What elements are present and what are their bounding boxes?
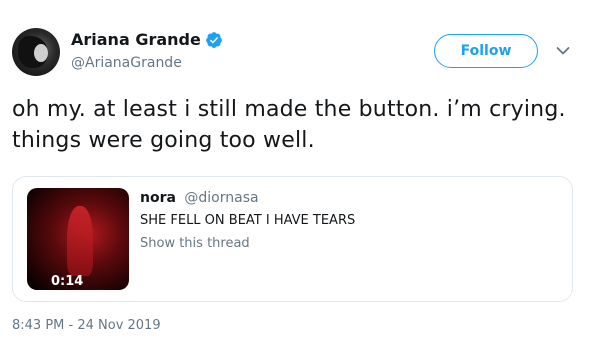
verified-badge-icon xyxy=(205,31,222,48)
tweet-text: oh my. at least i still made the button.… xyxy=(12,97,566,153)
chevron-down-icon[interactable] xyxy=(556,46,570,56)
quoted-author-handle[interactable]: @diornasa xyxy=(184,190,258,206)
avatar-face xyxy=(34,44,48,62)
quoted-tweet-card[interactable]: 0:14 nora @diornasa SHE FELL ON BEAT I H… xyxy=(12,176,573,302)
quoted-author-name[interactable]: nora xyxy=(140,190,176,206)
video-duration: 0:14 xyxy=(51,274,84,289)
video-figure xyxy=(67,206,93,276)
quoted-author-row[interactable]: nora @diornasa xyxy=(140,190,259,206)
author-name-row[interactable]: Ariana Grande xyxy=(71,30,223,49)
author-name[interactable]: Ariana Grande xyxy=(71,30,201,49)
quoted-tweet-text: SHE FELL ON BEAT I HAVE TEARS xyxy=(140,213,356,228)
follow-button[interactable]: Follow xyxy=(434,34,538,68)
show-thread-link[interactable]: Show this thread xyxy=(140,236,250,251)
quoted-video-thumbnail[interactable]: 0:14 xyxy=(27,188,129,290)
tweet-timestamp[interactable]: 8:43 PM - 24 Nov 2019 xyxy=(12,318,161,333)
author-handle[interactable]: @ArianaGrande xyxy=(71,55,182,71)
avatar[interactable] xyxy=(12,28,60,76)
